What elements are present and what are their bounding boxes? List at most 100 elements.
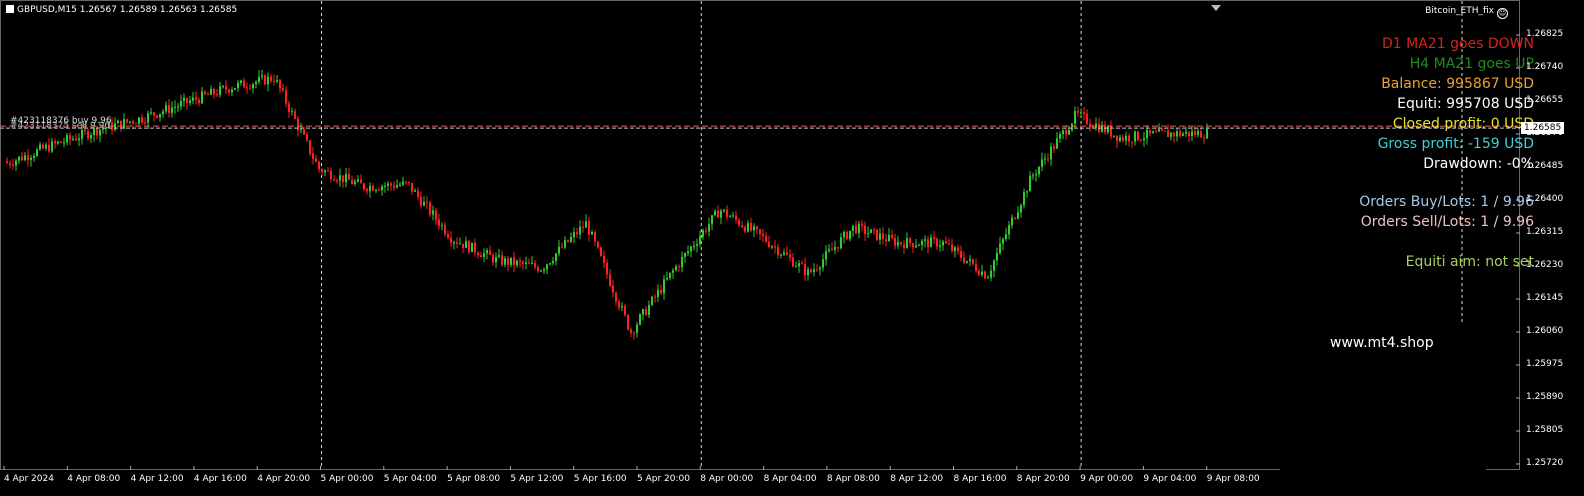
candle-body bbox=[789, 254, 791, 258]
ea-name: Bitcoin_ETH_fix bbox=[1425, 6, 1494, 16]
candle-body bbox=[252, 84, 254, 89]
candle-body bbox=[999, 243, 1001, 253]
candle-body bbox=[744, 226, 746, 232]
candle-body bbox=[1065, 130, 1067, 135]
candle-body bbox=[525, 262, 527, 265]
candle-body bbox=[585, 221, 587, 228]
candle-body bbox=[582, 226, 584, 228]
candle-body bbox=[168, 105, 170, 113]
candle-body bbox=[402, 181, 404, 185]
chart-menu-icon[interactable] bbox=[6, 5, 14, 13]
y-tick-label: 1.26655 bbox=[1526, 95, 1564, 105]
candle-body bbox=[498, 255, 500, 257]
chart-window[interactable]: GBPUSD,M15 1.26567 1.26589 1.26563 1.265… bbox=[0, 0, 1584, 496]
x-tick-label: 4 Apr 12:00 bbox=[130, 474, 184, 484]
candle-body bbox=[534, 263, 536, 268]
candle-body bbox=[579, 226, 581, 235]
candle-body bbox=[843, 231, 845, 238]
candle-body bbox=[615, 292, 617, 302]
candle-body bbox=[396, 185, 398, 188]
info-line: H4 MA21 goes UP bbox=[1409, 56, 1534, 72]
candle-body bbox=[1158, 129, 1160, 132]
shift-marker-icon[interactable] bbox=[1211, 5, 1221, 11]
candle-body bbox=[426, 201, 428, 203]
candle-body bbox=[258, 76, 260, 82]
expert-advisor-label[interactable]: Bitcoin_ETH_fix ☺ bbox=[1425, 6, 1508, 19]
candle-body bbox=[1170, 132, 1172, 138]
candle-body bbox=[591, 231, 593, 235]
candle-body bbox=[936, 238, 938, 247]
candle-body bbox=[486, 250, 488, 254]
candle-body bbox=[408, 182, 410, 184]
candle-body bbox=[621, 306, 623, 308]
candle-body bbox=[153, 112, 155, 116]
candle-body bbox=[183, 97, 185, 102]
candle-body bbox=[678, 266, 680, 268]
time-axis[interactable]: 4 Apr 2024 4 Apr 08:00 4 Apr 12:00 4 Apr 16… bbox=[0, 470, 1520, 496]
candle-body bbox=[600, 247, 602, 256]
candle-body bbox=[117, 120, 119, 124]
x-tick-label: 8 Apr 20:00 bbox=[1016, 474, 1070, 484]
candle-body bbox=[420, 196, 422, 206]
candle-body bbox=[1149, 130, 1151, 134]
candle-body bbox=[1128, 135, 1130, 142]
candle-body bbox=[219, 86, 221, 95]
candle-body bbox=[837, 247, 839, 249]
candle-body bbox=[375, 189, 377, 191]
candle-body bbox=[807, 269, 809, 276]
candle-body bbox=[1023, 192, 1025, 206]
candle-body bbox=[1074, 111, 1076, 124]
x-tick-label: 5 Apr 04:00 bbox=[383, 474, 437, 484]
candle-body bbox=[918, 244, 920, 246]
candle-body bbox=[1029, 175, 1031, 192]
candle-body bbox=[12, 164, 14, 166]
candle-body bbox=[870, 229, 872, 234]
candle-body bbox=[633, 332, 635, 334]
candle-body bbox=[741, 225, 743, 227]
y-tick-label: 1.26145 bbox=[1526, 293, 1564, 303]
candle-body bbox=[72, 138, 74, 140]
candle-body bbox=[57, 141, 59, 144]
candle-body bbox=[417, 190, 419, 197]
candle-body bbox=[672, 270, 674, 273]
candle-body bbox=[381, 186, 383, 191]
candle-body bbox=[654, 296, 656, 298]
candle-body bbox=[867, 233, 869, 235]
candle-body bbox=[1041, 159, 1043, 167]
candle-body bbox=[519, 260, 521, 262]
candle-body bbox=[339, 175, 341, 181]
candle-body bbox=[1044, 158, 1046, 160]
smiley-icon: ☺ bbox=[1497, 8, 1508, 19]
candle-body bbox=[777, 246, 779, 255]
candle-body bbox=[651, 296, 653, 305]
candle-body bbox=[249, 87, 251, 89]
candle-body bbox=[957, 247, 959, 252]
candle-body bbox=[357, 179, 359, 182]
candle-body bbox=[123, 119, 125, 129]
candle-body bbox=[708, 224, 710, 232]
watermark-box: www.mt4.shop bbox=[1280, 325, 1486, 471]
candle-body bbox=[702, 230, 704, 237]
candle-body bbox=[411, 182, 413, 192]
candle-body bbox=[222, 86, 224, 88]
candle-body bbox=[312, 153, 314, 159]
candle-body bbox=[495, 256, 497, 263]
x-tick-label: 5 Apr 08:00 bbox=[447, 474, 501, 484]
candle-body bbox=[930, 237, 932, 248]
candle-body bbox=[1197, 131, 1199, 135]
candle-body bbox=[906, 238, 908, 249]
x-tick-label: 4 Apr 16:00 bbox=[193, 474, 247, 484]
info-line: Equiti aim: not set bbox=[1405, 254, 1534, 270]
candle-body bbox=[360, 179, 362, 184]
candle-body bbox=[132, 121, 134, 124]
candle-body bbox=[594, 231, 596, 242]
candle-body bbox=[1152, 131, 1154, 134]
price-axis[interactable]: 1.268251.267401.266551.265701.264851.264… bbox=[1520, 0, 1584, 470]
candle-body bbox=[477, 252, 479, 256]
candle-body bbox=[435, 210, 437, 220]
candle-body bbox=[630, 329, 632, 333]
candle-body bbox=[723, 209, 725, 211]
candle-body bbox=[441, 224, 443, 226]
candle-body bbox=[42, 144, 44, 149]
candle-body bbox=[192, 97, 194, 101]
